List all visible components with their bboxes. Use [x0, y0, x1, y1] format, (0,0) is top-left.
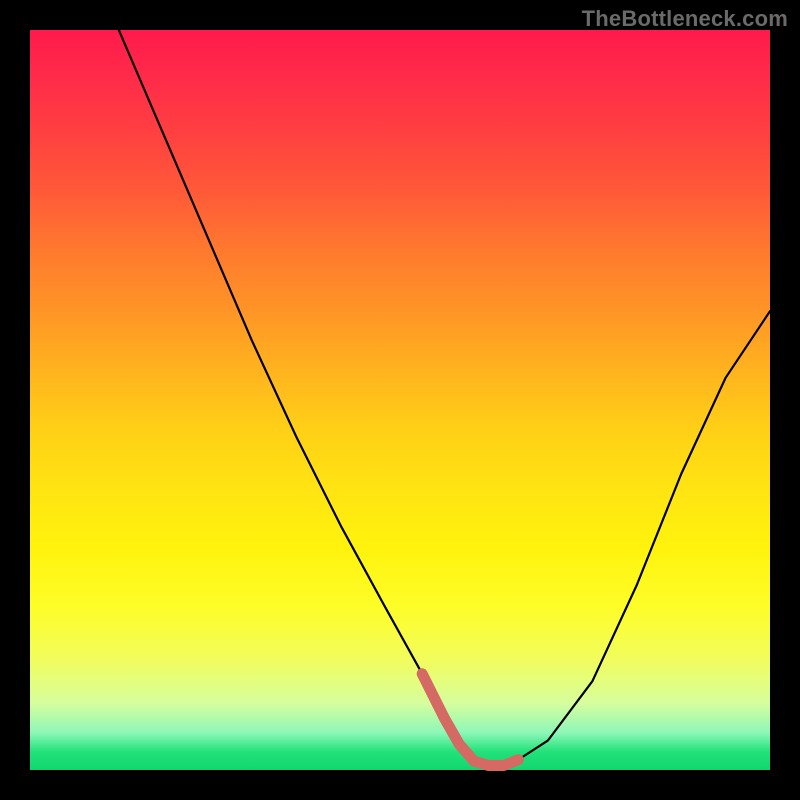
chart-plot-area: [30, 30, 770, 770]
bottleneck-curve: [119, 30, 770, 766]
chart-svg: [30, 30, 770, 770]
chart-frame: TheBottleneck.com: [0, 0, 800, 800]
watermark-label: TheBottleneck.com: [582, 6, 788, 32]
optimal-range-highlight: [422, 674, 518, 766]
